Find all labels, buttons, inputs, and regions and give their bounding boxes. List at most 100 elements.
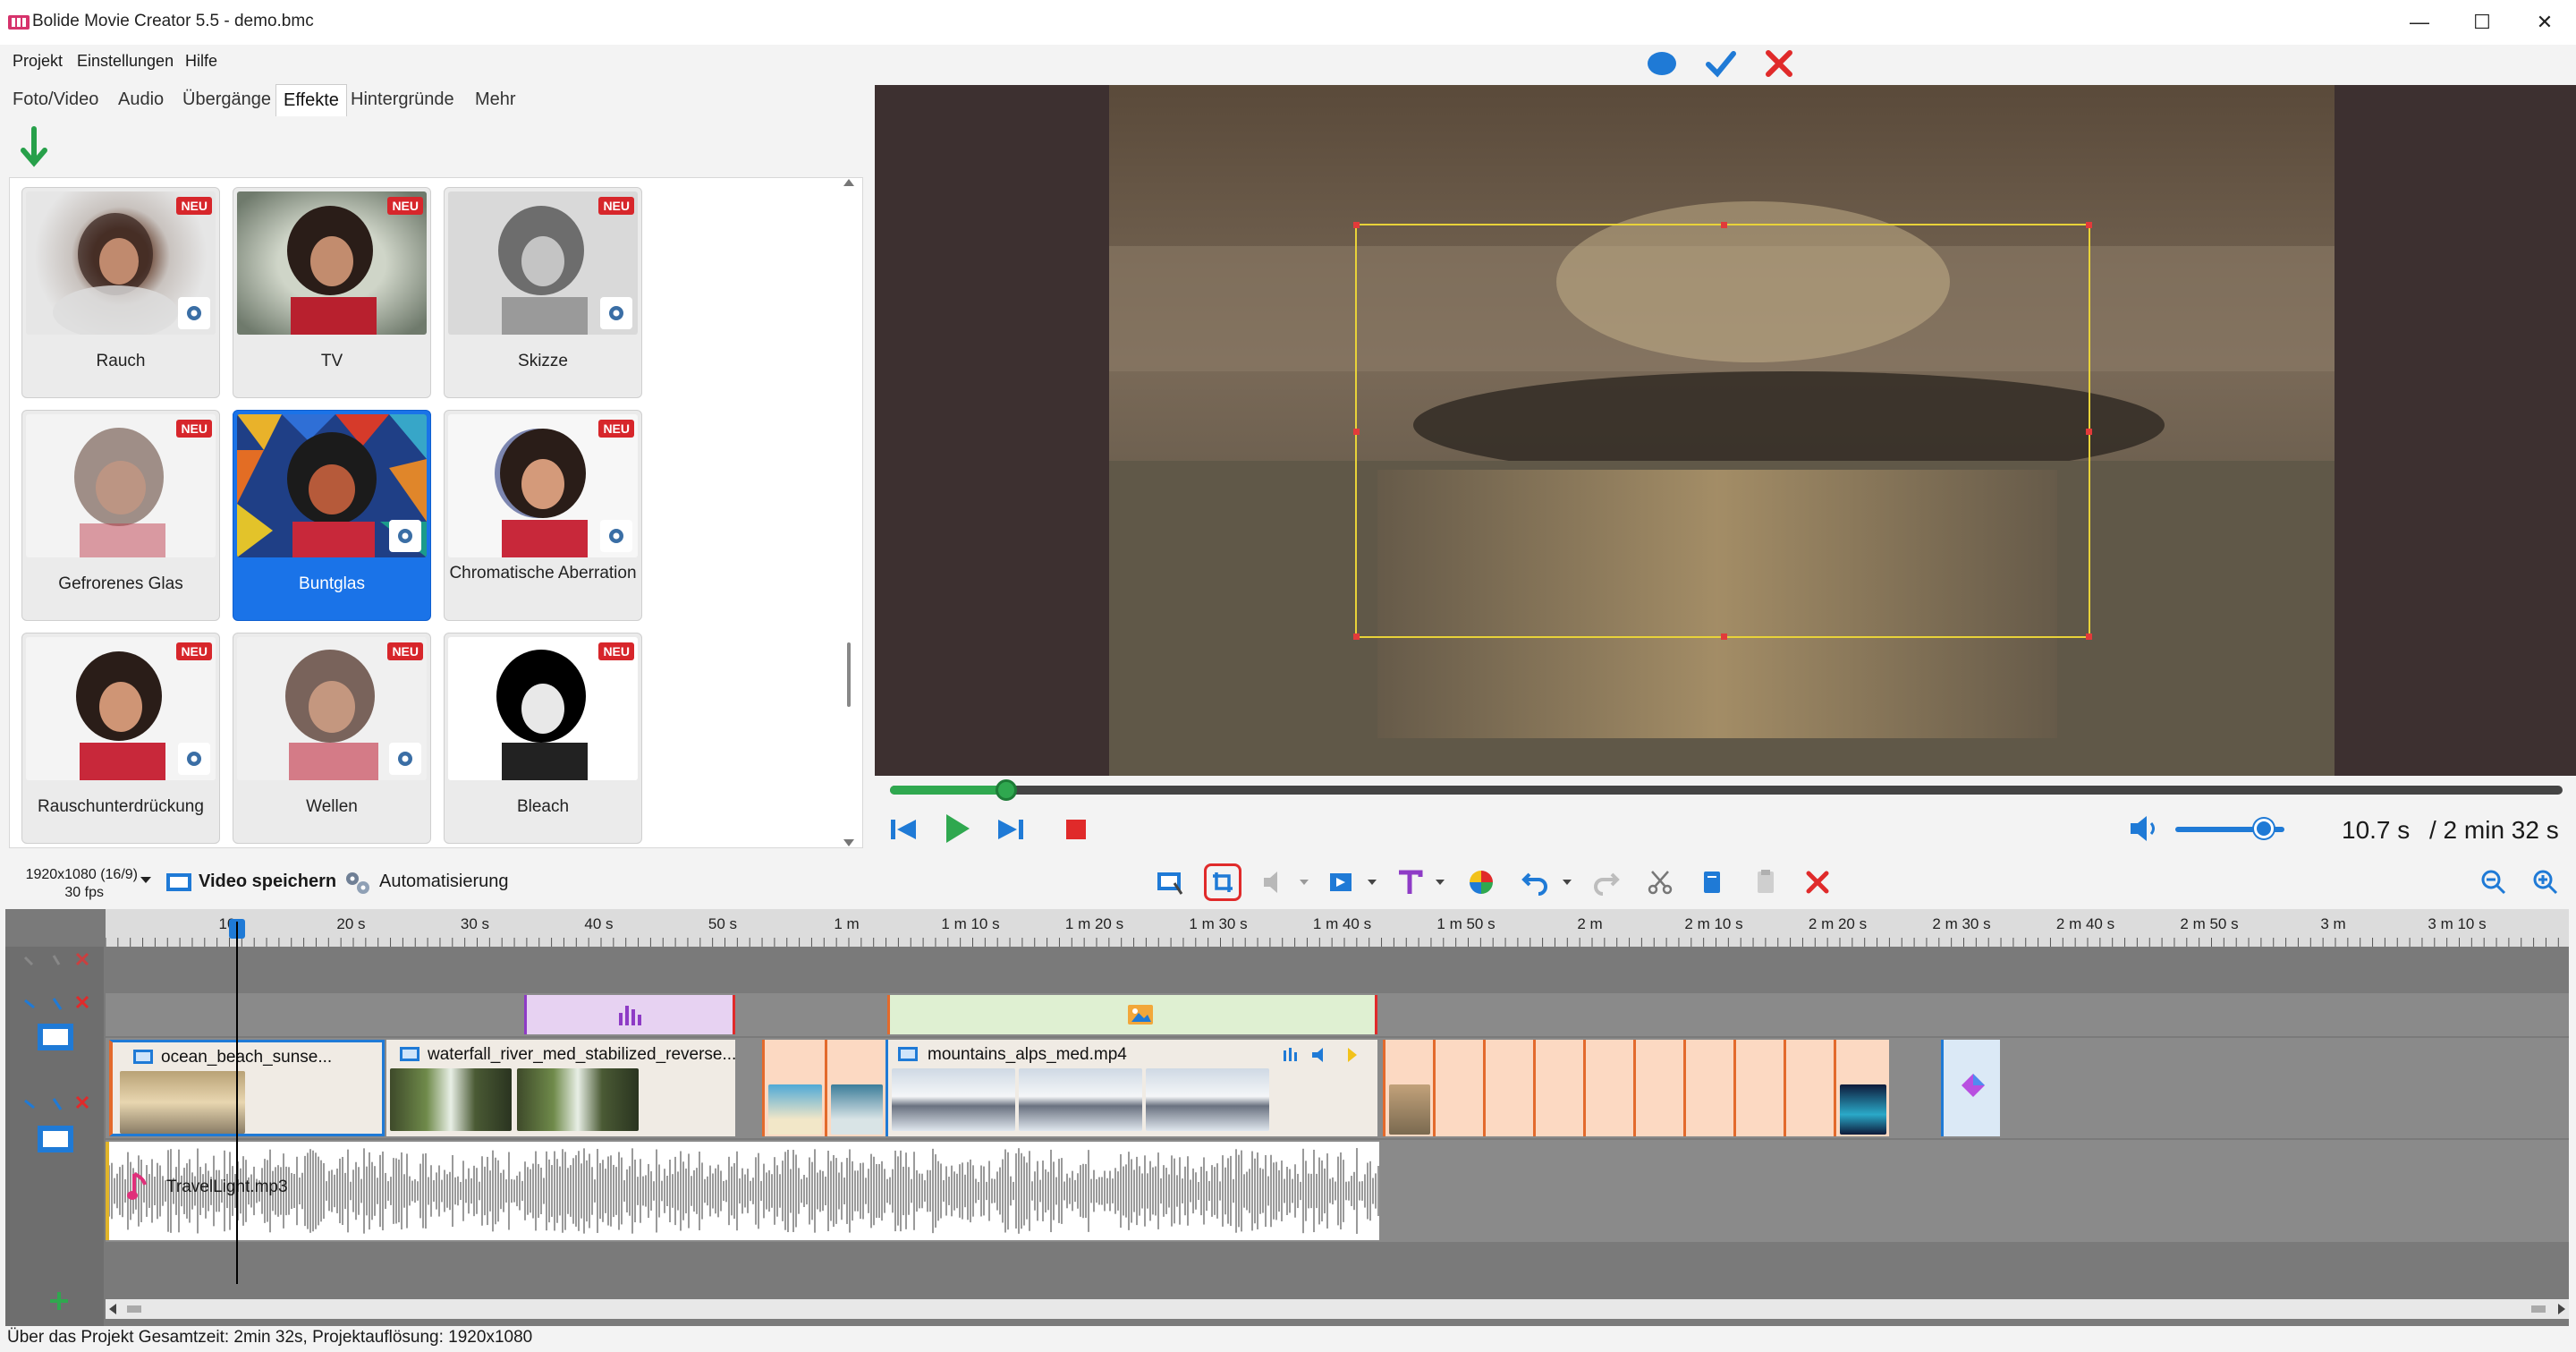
copy-icon[interactable] — [1694, 864, 1730, 900]
maximize-button[interactable]: ☐ — [2451, 0, 2513, 45]
text-icon[interactable] — [1392, 864, 1428, 900]
save-video-button[interactable]: Video speichern — [199, 861, 336, 902]
tab-uebergaenge[interactable]: Übergänge — [182, 89, 271, 110]
effect-card-gefrorenes-glas[interactable]: NEU Gefrorenes Glas — [21, 410, 220, 621]
transition-block[interactable] — [1583, 1040, 1633, 1136]
video-clip-ocean-beach[interactable]: ocean_beach_sunse... — [109, 1040, 385, 1136]
next-frame-icon[interactable] — [996, 816, 1025, 843]
time-ruler[interactable]: 10 20 s 30 s 40 s 50 s1 m1 m 10 s1 m 20 s1 m… — [105, 909, 2569, 947]
transition-block[interactable] — [762, 1040, 825, 1136]
effect-card-rauch[interactable]: NEU Rauch — [21, 187, 220, 398]
paste-icon[interactable] — [1748, 864, 1784, 900]
cancel-x-icon[interactable] — [1764, 48, 1794, 79]
audio-clip-travellight[interactable]: TravelLight.mp3 — [106, 1142, 1379, 1240]
clip-thumbnail — [1019, 1068, 1142, 1131]
crop-handle[interactable] — [1721, 633, 1727, 640]
add-down-arrow-icon[interactable] — [16, 125, 52, 170]
effect-card-wellen[interactable]: NEU Wellen — [233, 633, 431, 844]
volume-icon[interactable] — [2129, 814, 2161, 843]
crop-icon[interactable] — [1204, 863, 1241, 901]
transition-block[interactable] — [825, 1040, 886, 1136]
record-dot-icon[interactable] — [1646, 50, 1678, 77]
transition-block[interactable] — [1834, 1040, 1889, 1136]
project-resolution[interactable]: 1920x1080 (16/9) 30 fps — [13, 866, 138, 902]
video-clip-mountains[interactable]: mountains_alps_med.mp4 — [886, 1040, 1377, 1136]
transition-icon[interactable] — [1324, 864, 1360, 900]
image-overlay-clip[interactable] — [887, 995, 1377, 1034]
menu-einstellungen[interactable]: Einstellungen — [77, 52, 174, 71]
mute-icon[interactable] — [1258, 864, 1293, 900]
crop-handle[interactable] — [1353, 429, 1360, 435]
effect-card-rauschunterdrueckung[interactable]: NEU Rauschunterdrückung — [21, 633, 220, 844]
tab-audio[interactable]: Audio — [118, 89, 164, 110]
gear-icon[interactable] — [178, 297, 210, 329]
effect-card-bleach[interactable]: NEU Bleach — [444, 633, 642, 844]
transition-block[interactable] — [1483, 1040, 1533, 1136]
volume-handle[interactable] — [2254, 819, 2274, 838]
tab-foto-video[interactable]: Foto/Video — [13, 89, 98, 110]
redo-icon[interactable] — [1589, 864, 1624, 900]
confirm-check-icon[interactable] — [1705, 48, 1737, 79]
ruler-label: 2 m 50 s — [2180, 915, 2238, 932]
crop-handle[interactable] — [2086, 222, 2092, 228]
transition-block[interactable] — [1784, 1040, 1834, 1136]
chevron-down-icon[interactable] — [1435, 879, 1445, 886]
cut-scissors-icon[interactable] — [1642, 864, 1678, 900]
effects-scrollbar[interactable] — [837, 177, 860, 848]
gear-icon[interactable] — [600, 297, 632, 329]
chevron-down-icon[interactable] — [1299, 879, 1309, 886]
minimize-button[interactable]: — — [2388, 0, 2451, 45]
crop-handle[interactable] — [2086, 429, 2092, 435]
video-clip-waterfall[interactable]: waterfall_river_med_stabilized_reverse..… — [386, 1040, 735, 1136]
crop-handle[interactable] — [1353, 633, 1360, 640]
stop-icon[interactable] — [1064, 818, 1088, 841]
seek-bar[interactable] — [890, 786, 2563, 795]
effect-card-chromatische-aberration[interactable]: NEU Chromatische Aberration — [444, 410, 642, 621]
play-icon[interactable] — [943, 812, 971, 845]
previous-frame-icon[interactable] — [889, 816, 918, 843]
gear-icon[interactable] — [389, 520, 421, 552]
effect-card-tv[interactable]: NEU TV — [233, 187, 431, 398]
transition-block[interactable] — [1383, 1040, 1433, 1136]
delete-icon[interactable] — [1800, 864, 1835, 900]
clip-thumbnail — [390, 1068, 512, 1131]
transition-block[interactable] — [1633, 1040, 1683, 1136]
title-bar — [0, 0, 2576, 45]
animation-clip[interactable] — [1941, 1040, 2000, 1136]
transition-block[interactable] — [1533, 1040, 1583, 1136]
snapshot-icon[interactable] — [1152, 864, 1188, 900]
effect-card-buntglas[interactable]: Buntglas — [233, 410, 431, 621]
transition-block[interactable] — [1433, 1040, 1483, 1136]
clip-name: mountains_alps_med.mp4 — [928, 1045, 1127, 1064]
crop-selection-rectangle[interactable] — [1353, 222, 2092, 640]
chevron-down-icon[interactable] — [1367, 879, 1377, 886]
transition-block[interactable] — [1733, 1040, 1784, 1136]
zoom-out-icon[interactable] — [2476, 864, 2512, 900]
playback-controls — [875, 805, 2576, 852]
menu-hilfe[interactable]: Hilfe — [185, 52, 217, 71]
automation-button[interactable]: Automatisierung — [379, 861, 509, 902]
close-window-button[interactable]: ✕ — [2513, 0, 2576, 45]
gear-icon[interactable] — [178, 743, 210, 775]
timeline-scrollbar[interactable] — [106, 1299, 2569, 1319]
crop-handle[interactable] — [1353, 222, 1360, 228]
effect-label: TV — [320, 352, 343, 370]
audio-effect-clip[interactable] — [524, 995, 735, 1034]
undo-icon[interactable] — [1517, 864, 1553, 900]
tab-effekte[interactable]: Effekte — [275, 84, 347, 116]
seek-handle[interactable] — [996, 779, 1017, 801]
gear-icon[interactable] — [389, 743, 421, 775]
gear-icon[interactable] — [600, 520, 632, 552]
crop-handle[interactable] — [1721, 222, 1727, 228]
color-wheel-icon[interactable] — [1463, 864, 1499, 900]
tab-hintergruende[interactable]: Hintergründe — [351, 89, 454, 110]
menu-projekt[interactable]: Projekt — [13, 52, 63, 71]
transition-block[interactable] — [1683, 1040, 1733, 1136]
chevron-down-icon[interactable] — [1562, 879, 1572, 886]
chevron-down-icon[interactable] — [140, 875, 152, 884]
playhead[interactable] — [236, 922, 238, 1284]
tab-mehr[interactable]: Mehr — [475, 89, 516, 110]
effect-card-skizze[interactable]: NEU Skizze — [444, 187, 642, 398]
crop-handle[interactable] — [2086, 633, 2092, 640]
zoom-in-icon[interactable] — [2528, 864, 2563, 900]
